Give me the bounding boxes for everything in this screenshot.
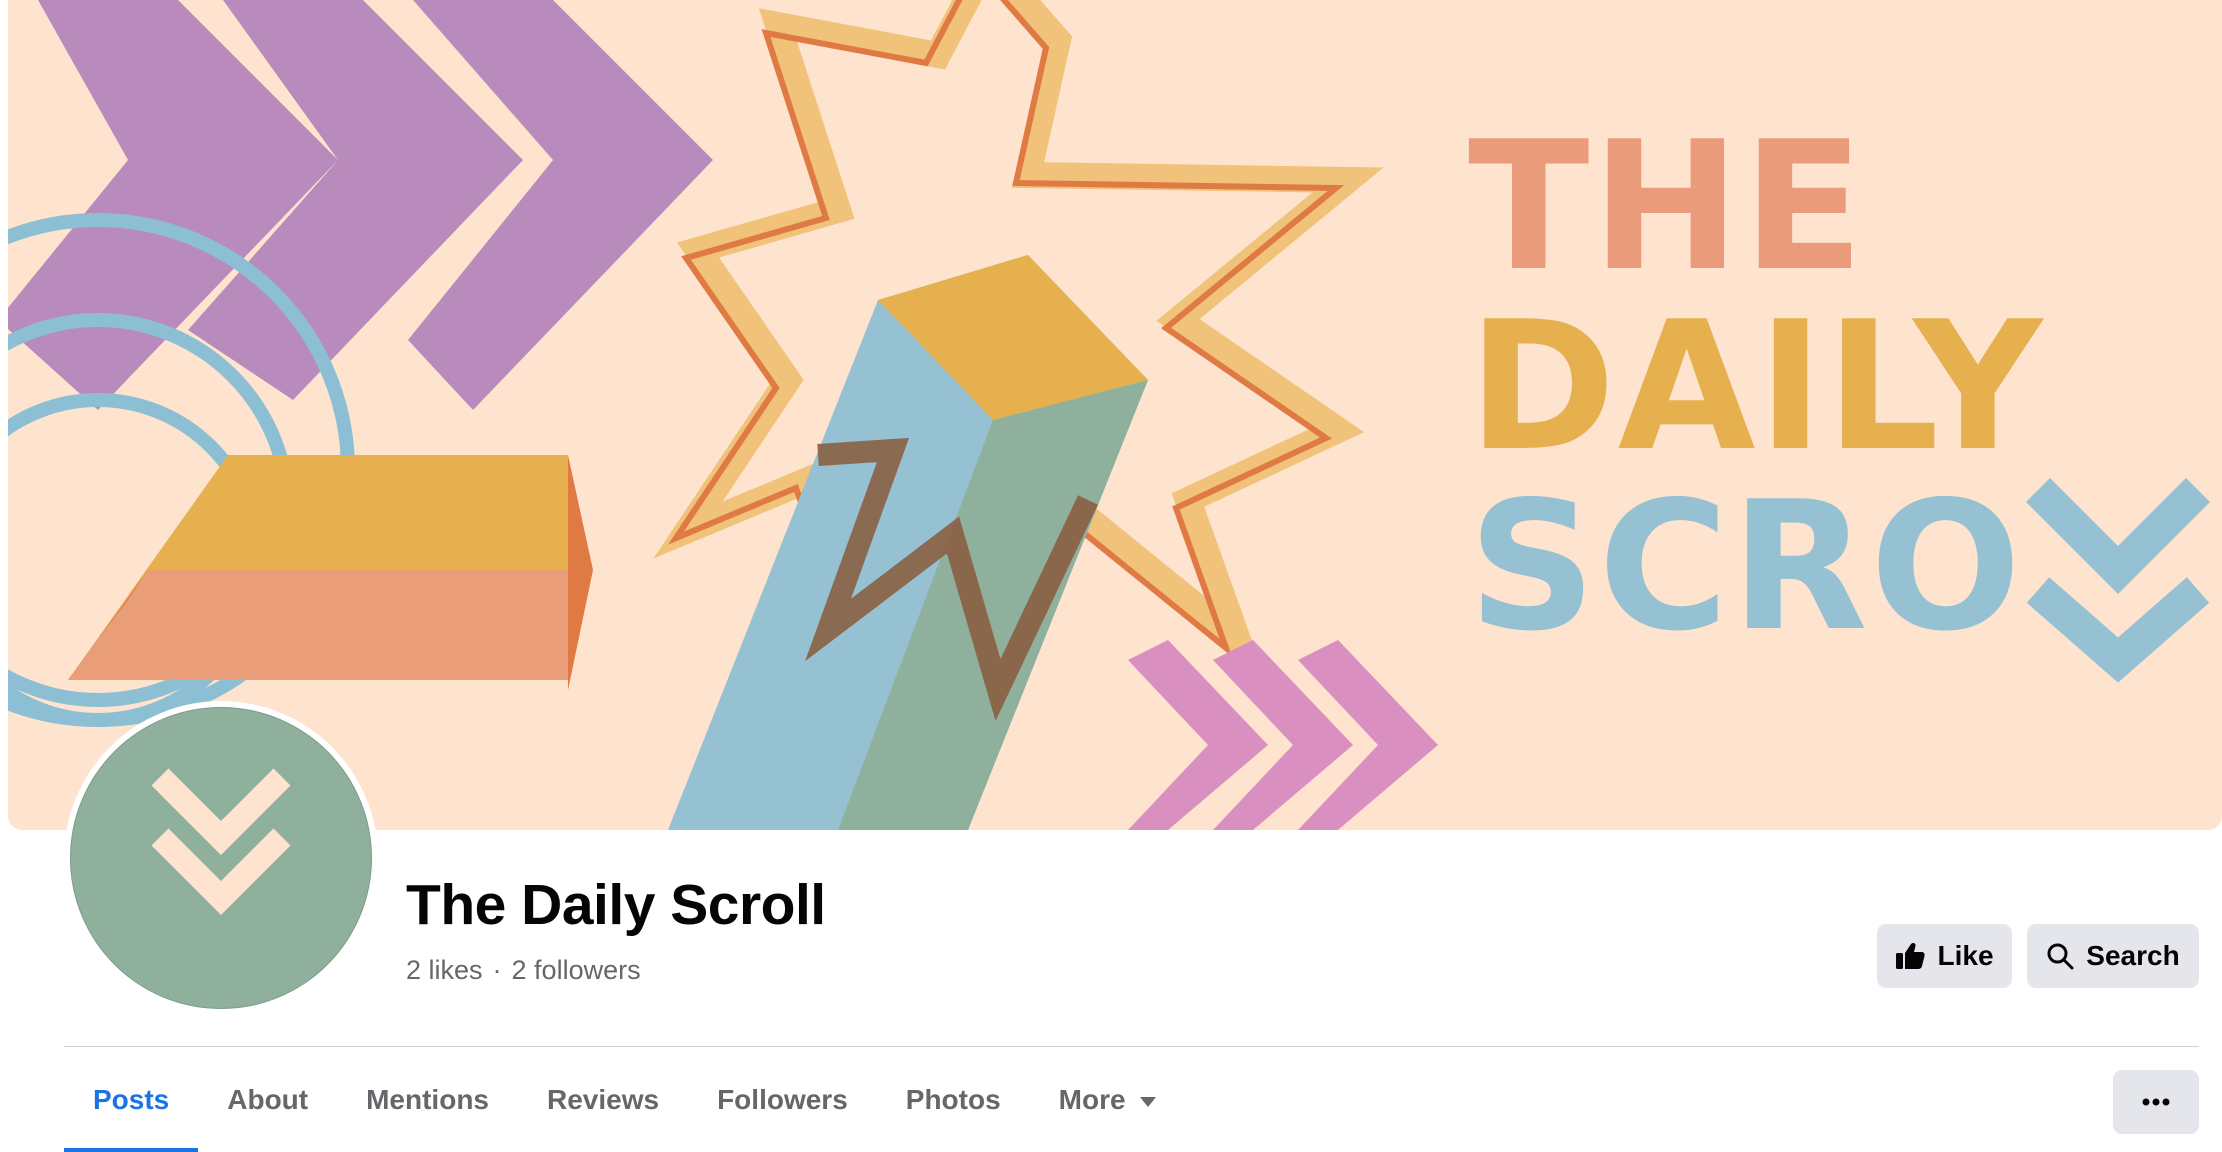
tab-about[interactable]: About [198, 1047, 337, 1152]
cover-wordmark-line-3: SCRO [1468, 463, 2024, 670]
tab-photos-label: Photos [905, 1083, 1001, 1115]
tab-photos[interactable]: Photos [877, 1047, 1030, 1152]
profile-avatar[interactable] [64, 701, 378, 1015]
tab-posts[interactable]: Posts [64, 1047, 199, 1152]
followers-count[interactable]: 2 followers [512, 955, 641, 985]
like-button[interactable]: Like [1877, 924, 2012, 988]
chevron-logo-icon [151, 768, 291, 915]
cover-photo[interactable]: THE DAILY SCRO [8, 0, 2222, 830]
avatar-image [70, 707, 372, 1009]
search-button[interactable]: Search [2027, 924, 2199, 988]
search-button-label: Search [2086, 940, 2180, 971]
cover-wordmark-line-1: THE [1468, 103, 1866, 310]
tab-mentions[interactable]: Mentions [337, 1047, 518, 1152]
search-icon [2047, 943, 2074, 970]
likes-count[interactable]: 2 likes [406, 955, 483, 985]
tab-followers[interactable]: Followers [688, 1047, 877, 1152]
tab-followers-label: Followers [717, 1083, 848, 1115]
tab-more[interactable]: More [1030, 1047, 1185, 1152]
tab-mentions-label: Mentions [366, 1083, 489, 1115]
caret-down-icon [1139, 1096, 1156, 1107]
cover-wordmark: THE DAILY SCRO [1468, 118, 2044, 658]
tab-posts-label: Posts [93, 1083, 170, 1115]
ellipsis-icon [2142, 1098, 2170, 1106]
tab-more-label: More [1058, 1083, 1126, 1115]
stats-separator: · [492, 955, 502, 985]
overflow-menu-button[interactable] [2113, 1070, 2199, 1134]
page-tabs: Posts About Mentions Reviews Followers P… [64, 1047, 1185, 1152]
page-stats: 2 likes · 2 followers [406, 955, 641, 986]
thumbs-up-icon [1896, 942, 1926, 969]
cover-wordmark-line-2: DAILY [1468, 283, 2045, 490]
tab-reviews-label: Reviews [547, 1083, 660, 1115]
like-button-label: Like [1937, 940, 1994, 971]
tab-about-label: About [227, 1083, 309, 1115]
page-title: The Daily Scroll [406, 873, 826, 937]
tab-reviews[interactable]: Reviews [518, 1047, 688, 1152]
